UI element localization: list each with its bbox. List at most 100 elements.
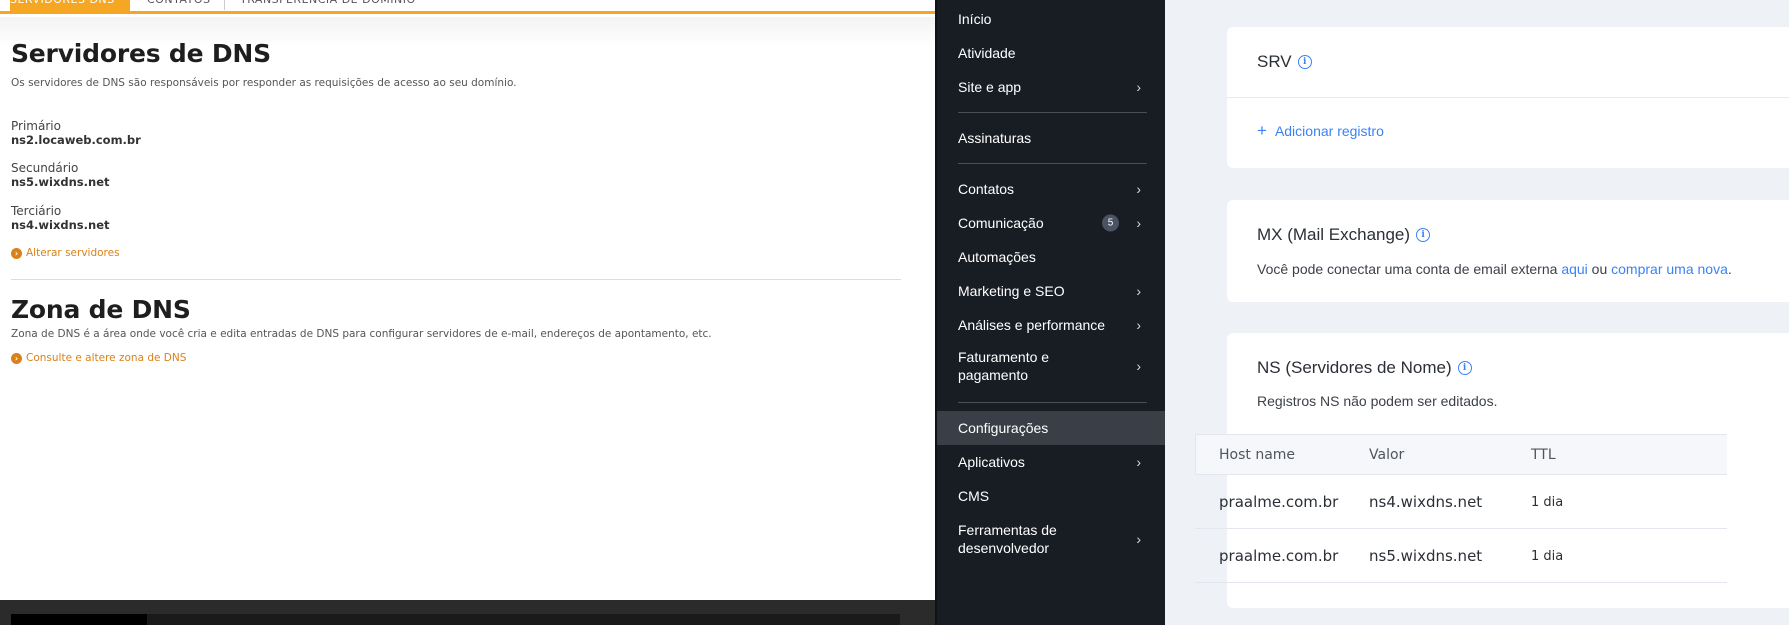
wix-sidebar: Início Atividade Site e app › Assinatura… (935, 0, 1167, 625)
sidebar-item-label: Atividade (958, 45, 1016, 61)
sidebar-item-ferramentas[interactable]: Ferramentas de desenvolvedor › (937, 519, 1167, 559)
row-value: ns4.wixdns.net (1369, 493, 1483, 511)
sidebar-item-comunicacao[interactable]: Comunicação 5 › (937, 206, 1167, 240)
dns-servers-description: Os servidores de DNS são responsáveis po… (11, 77, 517, 89)
mx-text-before: Você pode conectar uma conta de email ex… (1257, 261, 1562, 277)
tab-dns-servers[interactable]: SERVIDORES DNS (10, 0, 130, 12)
mx-text-after: . (1727, 261, 1732, 277)
srv-title: SRV (1257, 52, 1292, 71)
mx-card: MX (Mail Exchange) i Você pode conectar … (1227, 200, 1789, 302)
sidebar-item-label: Configurações (958, 420, 1049, 436)
mx-link-buy[interactable]: comprar uma nova (1611, 261, 1728, 277)
ns-title-row: NS (Servidores de Nome) i (1257, 358, 1472, 378)
sidebar-item-configuracoes[interactable]: Configurações (937, 411, 1167, 445)
dns-servers-title: Servidores de DNS (11, 39, 271, 68)
column-host-name: Host name (1219, 447, 1296, 463)
section-divider (11, 279, 901, 280)
srv-card: SRV i + Adicionar registro (1227, 27, 1789, 168)
info-icon[interactable]: i (1297, 55, 1312, 69)
chevron-right-icon: › (1136, 358, 1141, 374)
mx-title-row: MX (Mail Exchange) i (1257, 225, 1431, 245)
dns-zone-description: Zona de DNS é a área onde você cria e ed… (11, 328, 712, 340)
table-row: praalme.com.br ns5.wixdns.net 1 dia (1195, 529, 1727, 583)
dns-records-panel: SRV i + Adicionar registro MX (Mail Exch… (1165, 0, 1789, 625)
sidebar-item-label: Contatos (958, 181, 1015, 197)
row-ttl: 1 dia (1531, 495, 1564, 510)
add-record-label: Adicionar registro (1274, 123, 1384, 139)
arrow-circle-icon: › (11, 247, 22, 259)
table-row: praalme.com.br ns4.wixdns.net 1 dia (1195, 475, 1727, 529)
sidebar-item-automacoes[interactable]: Automações (937, 240, 1167, 274)
chevron-right-icon: › (1136, 283, 1141, 299)
tertiary-label: Terciário (11, 204, 62, 218)
sidebar-item-label: Faturamento e pagamento (958, 349, 1050, 383)
sidebar-item-label: Assinaturas (958, 130, 1032, 146)
chevron-right-icon: › (1136, 317, 1141, 333)
sidebar-item-label: Site e app (958, 79, 1022, 95)
sidebar-item-site-app[interactable]: Site e app › (937, 70, 1167, 104)
sidebar-item-marketing-seo[interactable]: Marketing e SEO › (937, 274, 1167, 308)
sidebar-item-aplicativos[interactable]: Aplicativos › (937, 445, 1167, 479)
sidebar-item-atividade[interactable]: Atividade (937, 36, 1167, 70)
row-ttl: 1 dia (1531, 549, 1564, 564)
mx-description: Você pode conectar uma conta de email ex… (1257, 261, 1732, 277)
tertiary-value: ns4.wixdns.net (11, 218, 110, 232)
chevron-right-icon: › (1136, 215, 1141, 231)
dns-zone-link[interactable]: › Consulte e altere zona de DNS (11, 352, 186, 364)
row-host: praalme.com.br (1219, 547, 1339, 565)
chevron-right-icon: › (1136, 454, 1141, 470)
column-ttl: TTL (1531, 447, 1556, 463)
info-icon[interactable]: i (1457, 361, 1472, 375)
primary-value: ns2.locaweb.com.br (11, 133, 141, 147)
secondary-label: Secundário (11, 161, 79, 175)
arrow-circle-icon: › (11, 352, 22, 364)
tab-contacts[interactable]: CONTATOS (147, 0, 227, 12)
top-tabs: SERVIDORES DNS CONTATOS TRANSFERÊNCIA DE… (0, 0, 935, 14)
notification-badge: 5 (1102, 214, 1119, 232)
add-record-button[interactable]: + Adicionar registro (1257, 121, 1384, 140)
change-servers-link[interactable]: › Alterar servidores (11, 247, 120, 259)
chevron-right-icon: › (1136, 531, 1141, 547)
locaweb-panel: SERVIDORES DNS CONTATOS TRANSFERÊNCIA DE… (0, 0, 935, 625)
row-value: ns5.wixdns.net (1369, 547, 1483, 565)
sidebar-divider (958, 402, 1147, 403)
sidebar-item-analises[interactable]: Análises e performance › (937, 308, 1167, 342)
srv-title-row: SRV i (1257, 52, 1312, 72)
card-divider (1227, 97, 1789, 98)
sidebar-item-label: Comunicação (958, 215, 1044, 231)
sidebar-item-cms[interactable]: CMS (937, 479, 1167, 513)
plus-icon: + (1257, 121, 1267, 140)
info-icon[interactable]: i (1416, 228, 1431, 242)
sidebar-divider (958, 112, 1147, 113)
secondary-value: ns5.wixdns.net (11, 175, 110, 189)
sidebar-item-label: CMS (958, 488, 990, 504)
change-servers-label: Alterar servidores (26, 247, 120, 259)
sidebar-item-label: Início (958, 11, 992, 27)
sidebar-item-assinaturas[interactable]: Assinaturas (937, 121, 1167, 155)
ns-note: Registros NS não podem ser editados. (1257, 393, 1498, 409)
sidebar-item-faturamento[interactable]: Faturamento e pagamento › (937, 346, 1167, 386)
sidebar-item-label: Análises e performance (958, 317, 1106, 333)
sidebar-item-label: Automações (958, 249, 1036, 265)
mx-text-middle: ou (1587, 261, 1612, 277)
sidebar-item-label: Ferramentas de desenvolvedor (958, 522, 1057, 556)
sidebar-divider (958, 163, 1147, 164)
bottom-inner-block (11, 614, 147, 625)
dns-zone-link-label: Consulte e altere zona de DNS (26, 352, 187, 364)
primary-label: Primário (11, 119, 61, 133)
ns-title: NS (Servidores de Nome) (1257, 358, 1452, 377)
chevron-right-icon: › (1136, 79, 1141, 95)
mx-title: MX (Mail Exchange) (1257, 225, 1411, 244)
dns-zone-title: Zona de DNS (11, 295, 191, 324)
sidebar-item-label: Marketing e SEO (958, 283, 1065, 299)
row-host: praalme.com.br (1219, 493, 1339, 511)
tab-separator (224, 0, 225, 10)
sidebar-item-contatos[interactable]: Contatos › (937, 172, 1167, 206)
mx-link-here[interactable]: aqui (1561, 261, 1587, 277)
sidebar-item-inicio[interactable]: Início (937, 2, 1167, 36)
tab-domain-transfer[interactable]: TRANSFERÊNCIA DE DOMÍNIO (240, 0, 420, 12)
ns-table-header: Host name Valor TTL (1195, 434, 1727, 475)
column-valor: Valor (1369, 447, 1405, 463)
chevron-right-icon: › (1136, 181, 1141, 197)
sidebar-item-label: Aplicativos (958, 454, 1025, 470)
